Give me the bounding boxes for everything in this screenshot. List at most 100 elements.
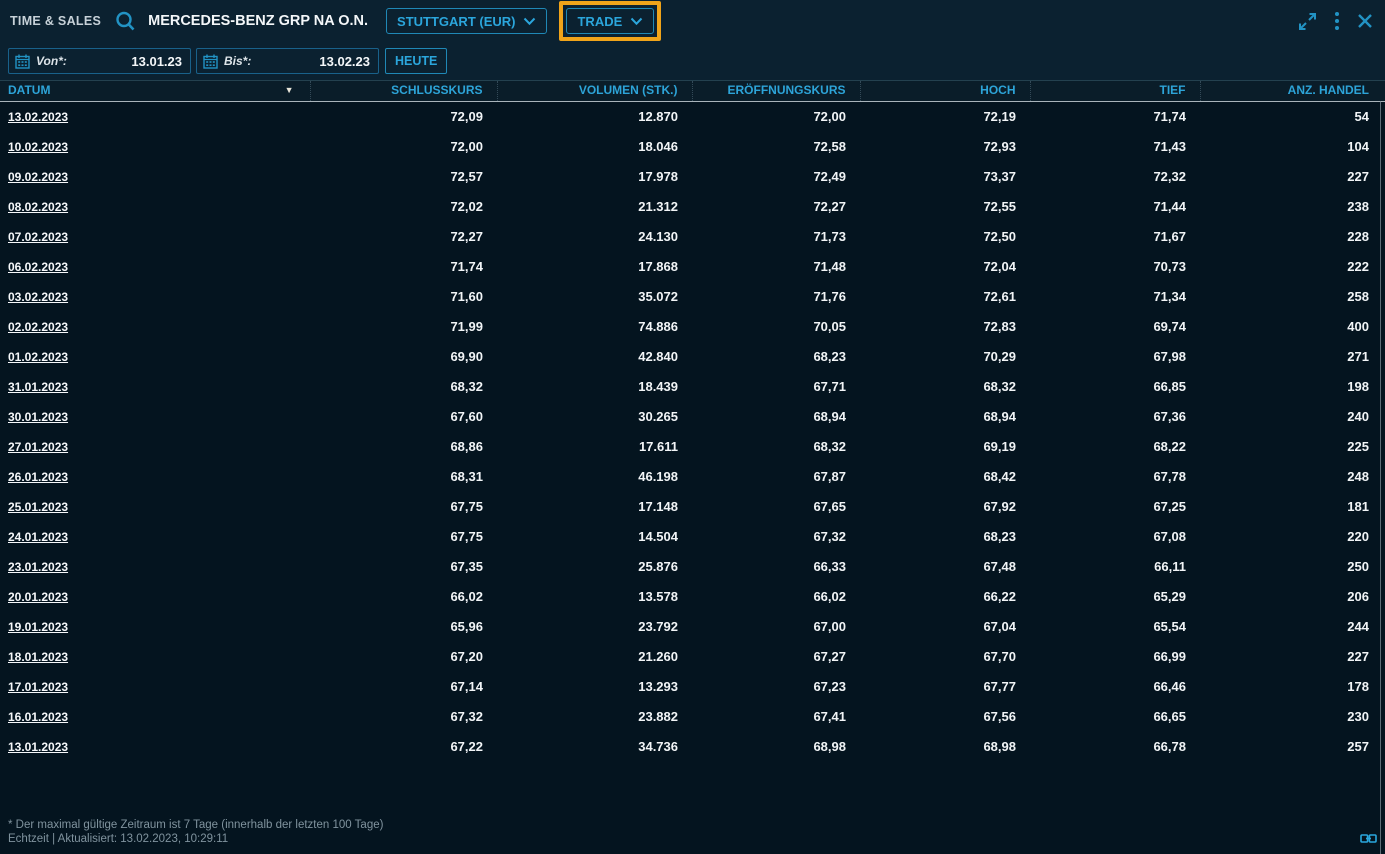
cell-volumen: 12.870 (497, 102, 692, 132)
cell-volumen: 42.840 (497, 342, 692, 372)
date-link[interactable]: 30.01.2023 (8, 410, 68, 424)
cell-hoch: 72,50 (860, 222, 1030, 252)
table-row: 30.01.202367,6030.26568,9468,9467,36240 (0, 402, 1385, 432)
cell-tief: 67,36 (1030, 402, 1200, 432)
date-link[interactable]: 10.02.2023 (8, 140, 68, 154)
cell-volumen: 18.046 (497, 132, 692, 162)
date-link[interactable]: 16.01.2023 (8, 710, 68, 724)
column-header-hoch[interactable]: HOCH (860, 81, 1030, 102)
table-row: 20.01.202366,0213.57866,0266,2265,29206 (0, 582, 1385, 612)
column-header-anz-handel[interactable]: ANZ. HANDEL (1200, 81, 1385, 102)
cell-tief: 66,99 (1030, 642, 1200, 672)
kebab-menu-icon[interactable] (1334, 11, 1340, 31)
cell-eroeffnungskurs: 67,41 (692, 702, 860, 732)
cell-anz-handel: 104 (1200, 132, 1385, 162)
cell-hoch: 70,29 (860, 342, 1030, 372)
column-header-datum[interactable]: DATUM ▼ (0, 81, 310, 102)
date-link[interactable]: 26.01.2023 (8, 470, 68, 484)
cell-eroeffnungskurs: 66,02 (692, 582, 860, 612)
cell-volumen: 46.198 (497, 462, 692, 492)
cell-schlusskurs: 72,57 (310, 162, 497, 192)
cell-volumen: 24.130 (497, 222, 692, 252)
cell-tief: 67,08 (1030, 522, 1200, 552)
date-link[interactable]: 18.01.2023 (8, 650, 68, 664)
cell-tief: 65,54 (1030, 612, 1200, 642)
table-header-row: DATUM ▼ SCHLUSSKURS VOLUMEN (STK.) ERÖFF… (0, 81, 1385, 102)
cell-datum: 31.01.2023 (0, 372, 310, 402)
cell-datum: 08.02.2023 (0, 192, 310, 222)
cell-datum: 09.02.2023 (0, 162, 310, 192)
cell-datum: 20.01.2023 (0, 582, 310, 612)
footer: * Der maximal gültige Zeitraum ist 7 Tag… (8, 818, 383, 846)
von-label: Von*: (36, 54, 67, 68)
cell-schlusskurs: 67,35 (310, 552, 497, 582)
date-link[interactable]: 08.02.2023 (8, 200, 68, 214)
column-header-volumen[interactable]: VOLUMEN (STK.) (497, 81, 692, 102)
date-link[interactable]: 09.02.2023 (8, 170, 68, 184)
exchange-select[interactable]: STUTTGART (EUR) (386, 8, 547, 34)
date-link[interactable]: 02.02.2023 (8, 320, 68, 334)
close-icon[interactable] (1357, 13, 1373, 29)
cell-schlusskurs: 68,86 (310, 432, 497, 462)
date-link[interactable]: 06.02.2023 (8, 260, 68, 274)
date-link[interactable]: 25.01.2023 (8, 500, 68, 514)
cell-hoch: 68,32 (860, 372, 1030, 402)
date-link[interactable]: 27.01.2023 (8, 440, 68, 454)
table-row: 24.01.202367,7514.50467,3268,2367,08220 (0, 522, 1385, 552)
date-link[interactable]: 31.01.2023 (8, 380, 68, 394)
expand-icon[interactable] (1298, 12, 1317, 31)
cell-tief: 72,32 (1030, 162, 1200, 192)
cell-eroeffnungskurs: 67,71 (692, 372, 860, 402)
cell-tief: 71,43 (1030, 132, 1200, 162)
cell-hoch: 72,61 (860, 282, 1030, 312)
von-value: 13.01.23 (73, 54, 182, 69)
trade-button[interactable]: TRADE (566, 8, 654, 34)
table-row: 17.01.202367,1413.29367,2367,7766,46178 (0, 672, 1385, 702)
date-link[interactable]: 13.02.2023 (8, 110, 68, 124)
table-row: 13.02.202372,0912.87072,0072,1971,7454 (0, 102, 1385, 132)
cell-eroeffnungskurs: 67,32 (692, 522, 860, 552)
search-icon[interactable] (113, 9, 138, 34)
date-link[interactable]: 07.02.2023 (8, 230, 68, 244)
date-link[interactable]: 19.01.2023 (8, 620, 68, 634)
table-row: 19.01.202365,9623.79267,0067,0465,54244 (0, 612, 1385, 642)
cell-schlusskurs: 68,31 (310, 462, 497, 492)
date-link[interactable]: 20.01.2023 (8, 590, 68, 604)
cell-anz-handel: 178 (1200, 672, 1385, 702)
date-link[interactable]: 13.01.2023 (8, 740, 68, 754)
cell-eroeffnungskurs: 71,48 (692, 252, 860, 282)
cell-eroeffnungskurs: 71,76 (692, 282, 860, 312)
bis-date-input[interactable]: Bis*: 13.02.23 (196, 48, 379, 74)
cell-hoch: 67,04 (860, 612, 1030, 642)
heute-button[interactable]: HEUTE (385, 48, 447, 74)
column-header-tief[interactable]: TIEF (1030, 81, 1200, 102)
cell-tief: 67,25 (1030, 492, 1200, 522)
cell-tief: 66,46 (1030, 672, 1200, 702)
date-link[interactable]: 03.02.2023 (8, 290, 68, 304)
cell-tief: 66,78 (1030, 732, 1200, 762)
cell-schlusskurs: 67,60 (310, 402, 497, 432)
date-link[interactable]: 17.01.2023 (8, 680, 68, 694)
column-header-schlusskurs[interactable]: SCHLUSSKURS (310, 81, 497, 102)
scrollbar-track[interactable] (1380, 101, 1381, 854)
cell-tief: 68,22 (1030, 432, 1200, 462)
cell-schlusskurs: 68,32 (310, 372, 497, 402)
link-icon[interactable] (1360, 832, 1377, 845)
table-row: 06.02.202371,7417.86871,4872,0470,73222 (0, 252, 1385, 282)
cell-datum: 06.02.2023 (0, 252, 310, 282)
cell-tief: 71,44 (1030, 192, 1200, 222)
date-link[interactable]: 01.02.2023 (8, 350, 68, 364)
cell-volumen: 17.611 (497, 432, 692, 462)
cell-datum: 18.01.2023 (0, 642, 310, 672)
cell-anz-handel: 54 (1200, 102, 1385, 132)
von-date-input[interactable]: Von*: 13.01.23 (8, 48, 191, 74)
cell-anz-handel: 271 (1200, 342, 1385, 372)
cell-anz-handel: 240 (1200, 402, 1385, 432)
date-link[interactable]: 24.01.2023 (8, 530, 68, 544)
calendar-icon (203, 54, 218, 69)
date-link[interactable]: 23.01.2023 (8, 560, 68, 574)
table-row: 10.02.202372,0018.04672,5872,9371,43104 (0, 132, 1385, 162)
table-row: 16.01.202367,3223.88267,4167,5666,65230 (0, 702, 1385, 732)
cell-schlusskurs: 67,14 (310, 672, 497, 702)
column-header-eroeffnungskurs[interactable]: ERÖFFNUNGSKURS (692, 81, 860, 102)
